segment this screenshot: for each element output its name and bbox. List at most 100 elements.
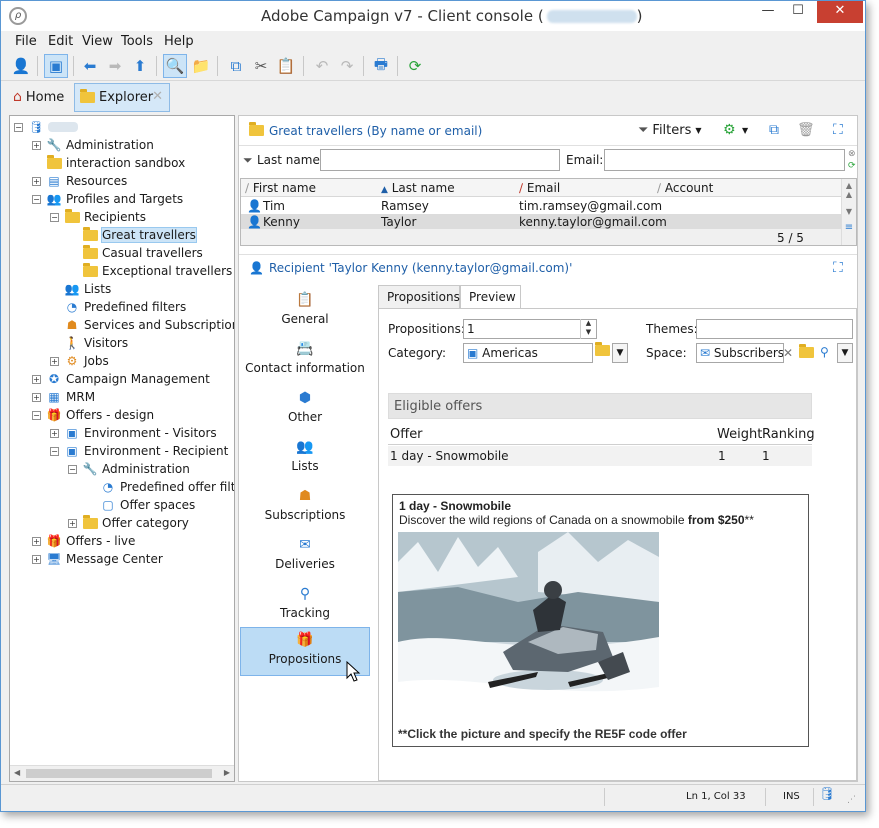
- tree-item-casual-travellers[interactable]: Casual travellers: [68, 244, 203, 262]
- tree-item-offers-live[interactable]: + 🎁 Offers - live: [32, 532, 135, 550]
- tree-item-predefined-filters[interactable]: ◔ Predefined filters: [50, 298, 186, 316]
- tree-item-lists[interactable]: 👥 Lists: [50, 280, 112, 298]
- tree-item-environment-visitors[interactable]: + ▣ Environment - Visitors: [50, 424, 217, 442]
- tab-preview[interactable]: Preview: [460, 285, 521, 310]
- back-arrow-icon[interactable]: ⬅: [78, 54, 102, 78]
- column-account[interactable]: ∕ Account: [657, 181, 713, 195]
- scroll-left-icon[interactable]: ◀: [14, 768, 20, 777]
- database-status-icon[interactable]: 🛢: [819, 787, 836, 802]
- propositions-stepper[interactable]: ▲ ▼: [580, 319, 596, 339]
- tab-explorer[interactable]: Explorer ✕: [74, 83, 170, 112]
- filters-button[interactable]: ⏷ Filters ▼: [638, 123, 702, 138]
- tree-item-campaign-management[interactable]: + ✪ Campaign Management: [32, 370, 210, 388]
- refresh-icon[interactable]: ⟳: [403, 54, 427, 78]
- tab-propositions[interactable]: Propositions: [378, 285, 460, 309]
- menu-file[interactable]: File: [15, 34, 37, 49]
- tree-item-offer-category[interactable]: + Offer category: [68, 514, 189, 532]
- up-folder-icon[interactable]: ⬆: [128, 54, 152, 78]
- nav-lists[interactable]: 👥 Lists: [240, 435, 370, 483]
- new-item-dropdown-icon[interactable]: ▼: [742, 126, 748, 135]
- tree-item-exceptional-travellers[interactable]: Exceptional travellers: [68, 262, 232, 280]
- column-last-name[interactable]: ▲ Last name: [381, 181, 455, 195]
- maximize-button[interactable]: ☐: [783, 1, 813, 23]
- clear-space-icon[interactable]: ✕: [783, 346, 793, 360]
- menu-edit[interactable]: Edit: [48, 34, 73, 49]
- new-recipient-icon[interactable]: 👤: [9, 54, 33, 78]
- nav-tracking[interactable]: ⚲ Tracking: [240, 582, 370, 630]
- tree-item-offers-design[interactable]: − 🎁 Offers - design: [32, 406, 154, 424]
- minimize-button[interactable]: —: [753, 1, 783, 23]
- expand-icon[interactable]: +: [32, 140, 41, 150]
- scroll-right-icon[interactable]: ▶: [224, 768, 230, 777]
- table-row[interactable]: 👤 Tim Ramsey tim.ramsey@gmail.com: [241, 198, 841, 214]
- delete-icon[interactable]: 🗑: [797, 122, 815, 138]
- menu-view[interactable]: View: [82, 34, 113, 49]
- paste-icon[interactable]: 📋: [274, 54, 298, 78]
- tree-item-profiles-and-targets[interactable]: − 👥 Profiles and Targets: [32, 190, 183, 208]
- expand-icon[interactable]: +: [68, 518, 77, 528]
- open-folder-icon[interactable]: 📁: [189, 54, 213, 78]
- search-folder-icon[interactable]: 🔍: [163, 54, 187, 78]
- email-input[interactable]: [604, 149, 845, 171]
- maximize-detail-icon[interactable]: ⛶: [833, 260, 843, 276]
- expand-icon[interactable]: +: [50, 428, 59, 438]
- tree-item-interaction-sandbox[interactable]: interaction sandbox: [32, 154, 185, 172]
- nav-deliveries[interactable]: ✉ Deliveries: [240, 533, 370, 581]
- apply-filter-icon[interactable]: ⟳: [848, 161, 856, 171]
- menu-tools[interactable]: Tools: [121, 34, 153, 49]
- nav-other[interactable]: ⬢ Other: [240, 386, 370, 434]
- cut-icon[interactable]: ✂: [249, 54, 273, 78]
- space-dropdown-icon[interactable]: ▼: [837, 343, 853, 363]
- forward-arrow-icon[interactable]: ➡: [103, 54, 127, 78]
- collapse-icon[interactable]: −: [14, 122, 23, 132]
- undo-icon[interactable]: ↶: [310, 54, 334, 78]
- table-row[interactable]: 1 day - Snowmobile 1 1: [388, 446, 812, 466]
- tree-item-offer-spaces[interactable]: ▢ Offer spaces: [86, 496, 195, 514]
- tree-item-message-center[interactable]: + 🖥 Message Center: [32, 550, 163, 568]
- tree-item-recipients[interactable]: − Recipients: [50, 208, 146, 226]
- column-first-name[interactable]: ∕ First name: [245, 181, 316, 195]
- expand-icon[interactable]: +: [32, 392, 41, 402]
- expand-icon[interactable]: +: [50, 356, 59, 366]
- clear-filter-icon[interactable]: ⊗: [848, 149, 856, 159]
- expand-icon[interactable]: +: [32, 536, 41, 546]
- tree-item-great-travellers[interactable]: Great travellers: [68, 226, 197, 244]
- scrollbar-thumb[interactable]: [26, 769, 212, 778]
- redo-icon[interactable]: ↷: [335, 54, 359, 78]
- close-button[interactable]: ✕: [817, 1, 863, 23]
- collapse-icon[interactable]: −: [50, 446, 59, 456]
- space-search-icon[interactable]: ⚲: [820, 345, 829, 359]
- propositions-input[interactable]: 1 ▲ ▼: [463, 319, 597, 339]
- tree-item-mrm[interactable]: + ▦ MRM: [32, 388, 95, 406]
- tree-horizontal-scrollbar[interactable]: ◀ ▶: [10, 765, 234, 781]
- grid-vertical-scrollbar[interactable]: ▲ ▲ ▼ ≡: [841, 179, 856, 245]
- duplicate-icon[interactable]: ⧉: [769, 122, 779, 138]
- tree-item-administration[interactable]: + 🔧 Administration: [32, 136, 154, 154]
- category-dropdown-icon[interactable]: ▼: [612, 343, 628, 363]
- column-email[interactable]: ∕ Email: [519, 181, 560, 195]
- table-row-selected[interactable]: 👤 Kenny Taylor kenny.taylor@gmail.com: [241, 214, 841, 230]
- tab-home[interactable]: ⌂ Home: [7, 85, 70, 109]
- tree-item-resources[interactable]: + ▤ Resources: [32, 172, 127, 190]
- themes-input[interactable]: [696, 319, 853, 339]
- last-name-input[interactable]: [320, 149, 560, 171]
- collapse-icon[interactable]: −: [32, 194, 41, 204]
- tree-item-visitors[interactable]: 🚶 Visitors: [50, 334, 129, 352]
- copy-icon[interactable]: ⧉: [224, 54, 248, 78]
- tree-item-jobs[interactable]: + ⚙ Jobs: [50, 352, 109, 370]
- new-item-icon[interactable]: ⚙: [723, 122, 736, 138]
- category-field[interactable]: ▣ Americas: [463, 343, 593, 363]
- tree-item-environment-recipient[interactable]: − ▣ Environment - Recipient: [50, 442, 228, 460]
- expand-icon[interactable]: +: [32, 176, 41, 186]
- tree-item-env-administration[interactable]: − 🔧 Administration: [68, 460, 190, 478]
- print-icon[interactable]: 🖶: [369, 54, 393, 78]
- resize-grip-icon[interactable]: ⋰: [847, 795, 856, 805]
- nav-subscriptions[interactable]: ☗ Subscriptions: [240, 484, 370, 532]
- category-folder-icon[interactable]: [595, 342, 610, 356]
- expand-icon[interactable]: +: [32, 554, 41, 564]
- tree-item-predefined-offer-filter[interactable]: ◔ Predefined offer filter: [86, 478, 234, 496]
- collapse-icon[interactable]: −: [50, 212, 59, 222]
- tree-item-services-and-subscriptions[interactable]: ☗ Services and Subscriptions: [50, 316, 234, 334]
- expand-icon[interactable]: +: [32, 374, 41, 384]
- space-field[interactable]: ✉ Subscribers j: [696, 343, 784, 363]
